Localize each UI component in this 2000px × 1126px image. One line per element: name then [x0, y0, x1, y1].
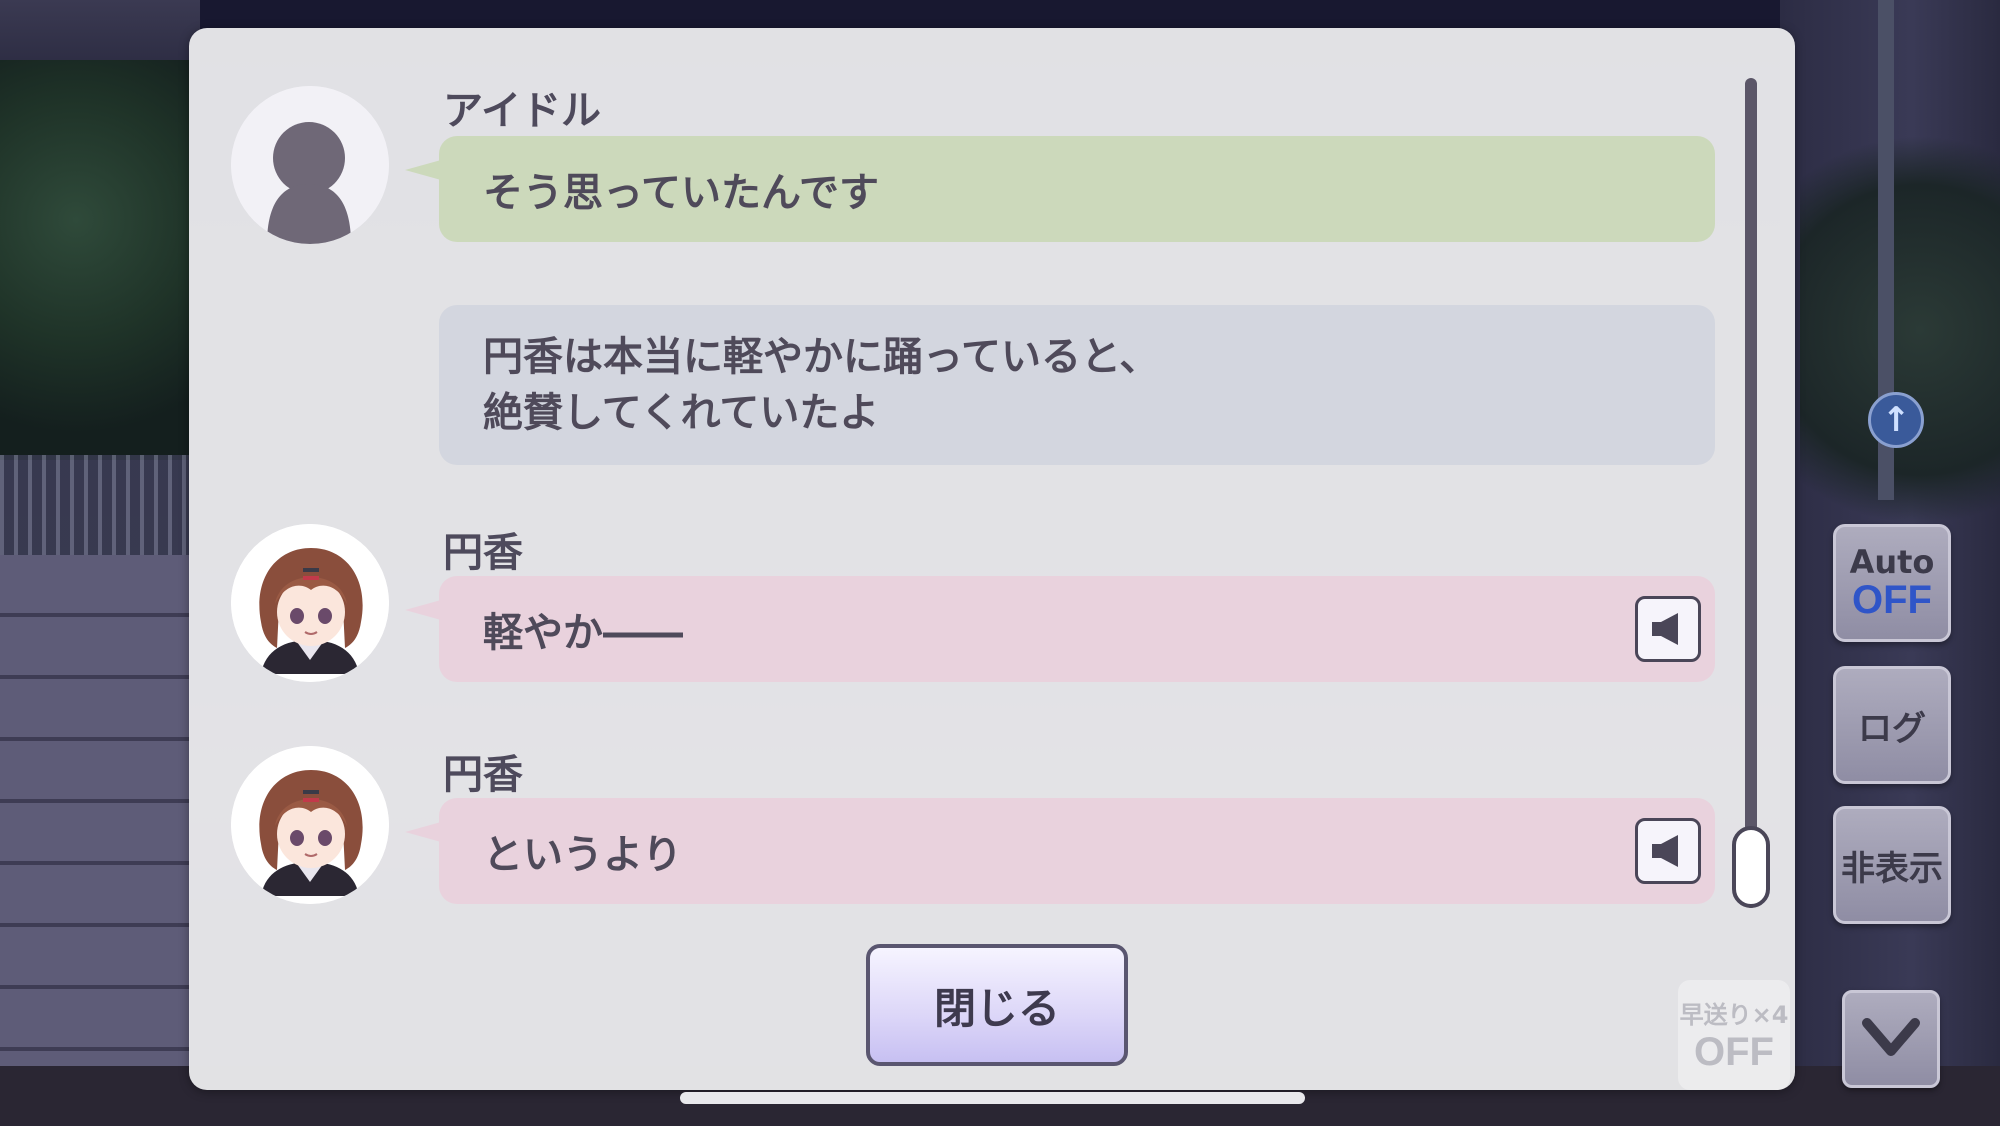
dialogue-text: というより — [483, 832, 683, 878]
close-button[interactable]: 閉じる — [866, 944, 1128, 1066]
scrollbar-thumb[interactable] — [1732, 826, 1770, 908]
fast-forward-button[interactable]: 早送り×4 OFF — [1678, 980, 1790, 1090]
silhouette-icon — [231, 86, 389, 244]
log-label: ログ — [1858, 708, 1926, 749]
madoka-avatar — [231, 746, 389, 904]
chevron-down-icon — [1862, 1018, 1920, 1056]
fence — [0, 455, 190, 555]
hide-ui-button[interactable]: 非表示 — [1833, 806, 1951, 924]
auto-label: Auto — [1849, 543, 1935, 581]
scrollbar-track[interactable] — [1745, 78, 1757, 908]
fast-forward-state: OFF — [1694, 1030, 1774, 1074]
voice-replay-button[interactable] — [1635, 596, 1701, 662]
collapse-menu-button[interactable] — [1842, 990, 1940, 1088]
tree-foliage — [0, 60, 190, 460]
speaker-name: アイドル — [443, 88, 601, 134]
speaker-name: 円香 — [443, 530, 523, 576]
narration-line-2: 絶賛してくれていたよ — [483, 390, 880, 436]
hide-label: 非表示 — [1841, 848, 1943, 889]
auto-toggle-button[interactable]: Auto OFF — [1833, 524, 1951, 642]
auto-state: OFF — [1852, 578, 1932, 622]
dialogue-bubble: 軽やか―― — [405, 576, 1715, 682]
close-button-label: 閉じる — [933, 983, 1060, 1033]
narration-line-1: 円香は本当に軽やかに踊っていると、 — [483, 334, 1160, 380]
narration-bubble: 円香は本当に軽やかに踊っていると、 絶賛してくれていたよ — [439, 305, 1715, 465]
one-way-sign-icon: ↑ — [1868, 392, 1924, 448]
fast-forward-label: 早送り×4 — [1679, 1001, 1789, 1029]
dialogue-bubble: というより — [405, 798, 1715, 904]
dialogue-log-panel[interactable]: アイドル そう思っていたんです 円香は本当に軽やかに踊っていると、 絶賛してくれ… — [189, 28, 1795, 1090]
panel-bottom-handle — [680, 1092, 1305, 1104]
log-button[interactable]: ログ — [1833, 666, 1951, 784]
speaker-name: 円香 — [443, 752, 523, 798]
madoka-avatar — [231, 524, 389, 682]
dialogue-text: 軽やか―― — [483, 610, 683, 656]
speaker-icon — [1652, 613, 1678, 645]
speaker-icon — [1652, 835, 1678, 867]
tree-right — [1800, 120, 2000, 540]
dialogue-text: そう思っていたんです — [483, 170, 879, 216]
wooden-wall — [0, 555, 190, 1126]
dialogue-bubble: そう思っていたんです — [405, 136, 1715, 242]
voice-replay-button[interactable] — [1635, 818, 1701, 884]
